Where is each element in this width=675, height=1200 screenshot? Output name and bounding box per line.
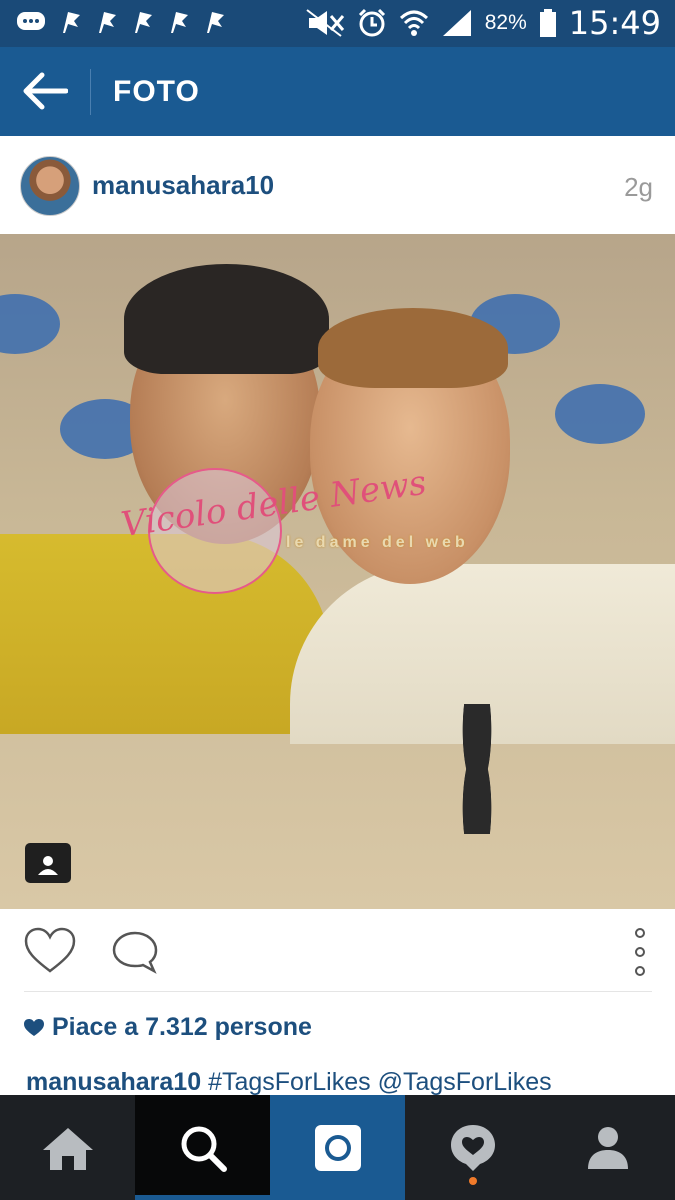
battery-icon xyxy=(539,9,556,37)
flag-icon xyxy=(171,12,188,33)
small-heart-icon xyxy=(24,1018,44,1036)
battery-percent: 82% xyxy=(484,11,527,34)
person-icon xyxy=(38,843,58,875)
nav-home[interactable] xyxy=(0,1095,135,1200)
flag-icon xyxy=(207,12,224,33)
flag-icon xyxy=(63,12,80,33)
comment-button[interactable] xyxy=(110,929,160,975)
more-vertical-icon xyxy=(635,928,645,976)
wifi-icon xyxy=(399,10,428,36)
more-options-button[interactable] xyxy=(628,927,652,977)
flag-icon xyxy=(99,12,116,33)
caption-username[interactable]: manusahara10 xyxy=(26,1068,201,1096)
heart-icon xyxy=(24,927,76,973)
back-button[interactable] xyxy=(22,71,69,111)
background-logo xyxy=(0,294,60,354)
nav-camera[interactable] xyxy=(270,1095,405,1200)
nav-activity[interactable] xyxy=(405,1095,540,1200)
hair xyxy=(318,308,508,388)
sunglasses xyxy=(452,704,502,834)
alarm-icon xyxy=(358,8,385,37)
activity-icon xyxy=(450,1124,495,1171)
divider xyxy=(24,991,652,992)
camera-icon xyxy=(314,1124,361,1171)
system-icons: 82% 15:49 xyxy=(305,4,661,42)
status-bar: 82% 15:49 xyxy=(0,0,675,47)
likes-count[interactable]: Piace a 7.312 persone xyxy=(24,1013,312,1042)
post-header: manusahara10 2g xyxy=(0,136,675,234)
nav-search[interactable] xyxy=(135,1095,270,1200)
header-divider xyxy=(90,69,91,115)
caption: manusahara10 #TagsForLikes @TagsForLikes xyxy=(26,1068,552,1097)
bottom-nav xyxy=(0,1095,675,1200)
like-button[interactable] xyxy=(24,927,76,975)
message-icon xyxy=(17,12,45,30)
clock: 15:49 xyxy=(568,4,661,42)
post-photo[interactable]: Vicolo delle News le dame del web xyxy=(0,234,675,909)
mute-icon xyxy=(306,9,344,37)
background-logo xyxy=(555,384,645,444)
tag-people-button[interactable] xyxy=(25,843,71,883)
search-icon xyxy=(181,1126,227,1172)
post-username[interactable]: manusahara10 xyxy=(92,170,274,201)
likes-text: Piace a 7.312 persone xyxy=(52,1013,312,1041)
page-title: FOTO xyxy=(113,75,200,108)
watermark-banner: le dame del web xyxy=(286,534,469,551)
profile-icon xyxy=(587,1126,628,1169)
home-icon xyxy=(42,1127,93,1170)
back-arrow-icon xyxy=(23,72,69,110)
flag-icon xyxy=(135,12,152,33)
avatar[interactable] xyxy=(20,156,80,216)
action-row xyxy=(0,909,675,993)
caption-text[interactable]: #TagsForLikes @TagsForLikes xyxy=(208,1068,552,1096)
notification-icons xyxy=(16,9,226,35)
cap xyxy=(124,264,329,374)
post-age: 2g xyxy=(624,172,653,202)
comment-icon xyxy=(112,931,158,974)
nav-profile[interactable] xyxy=(540,1095,675,1200)
app-header: FOTO xyxy=(0,47,675,136)
signal-icon xyxy=(442,10,471,36)
notification-dot xyxy=(469,1177,477,1185)
